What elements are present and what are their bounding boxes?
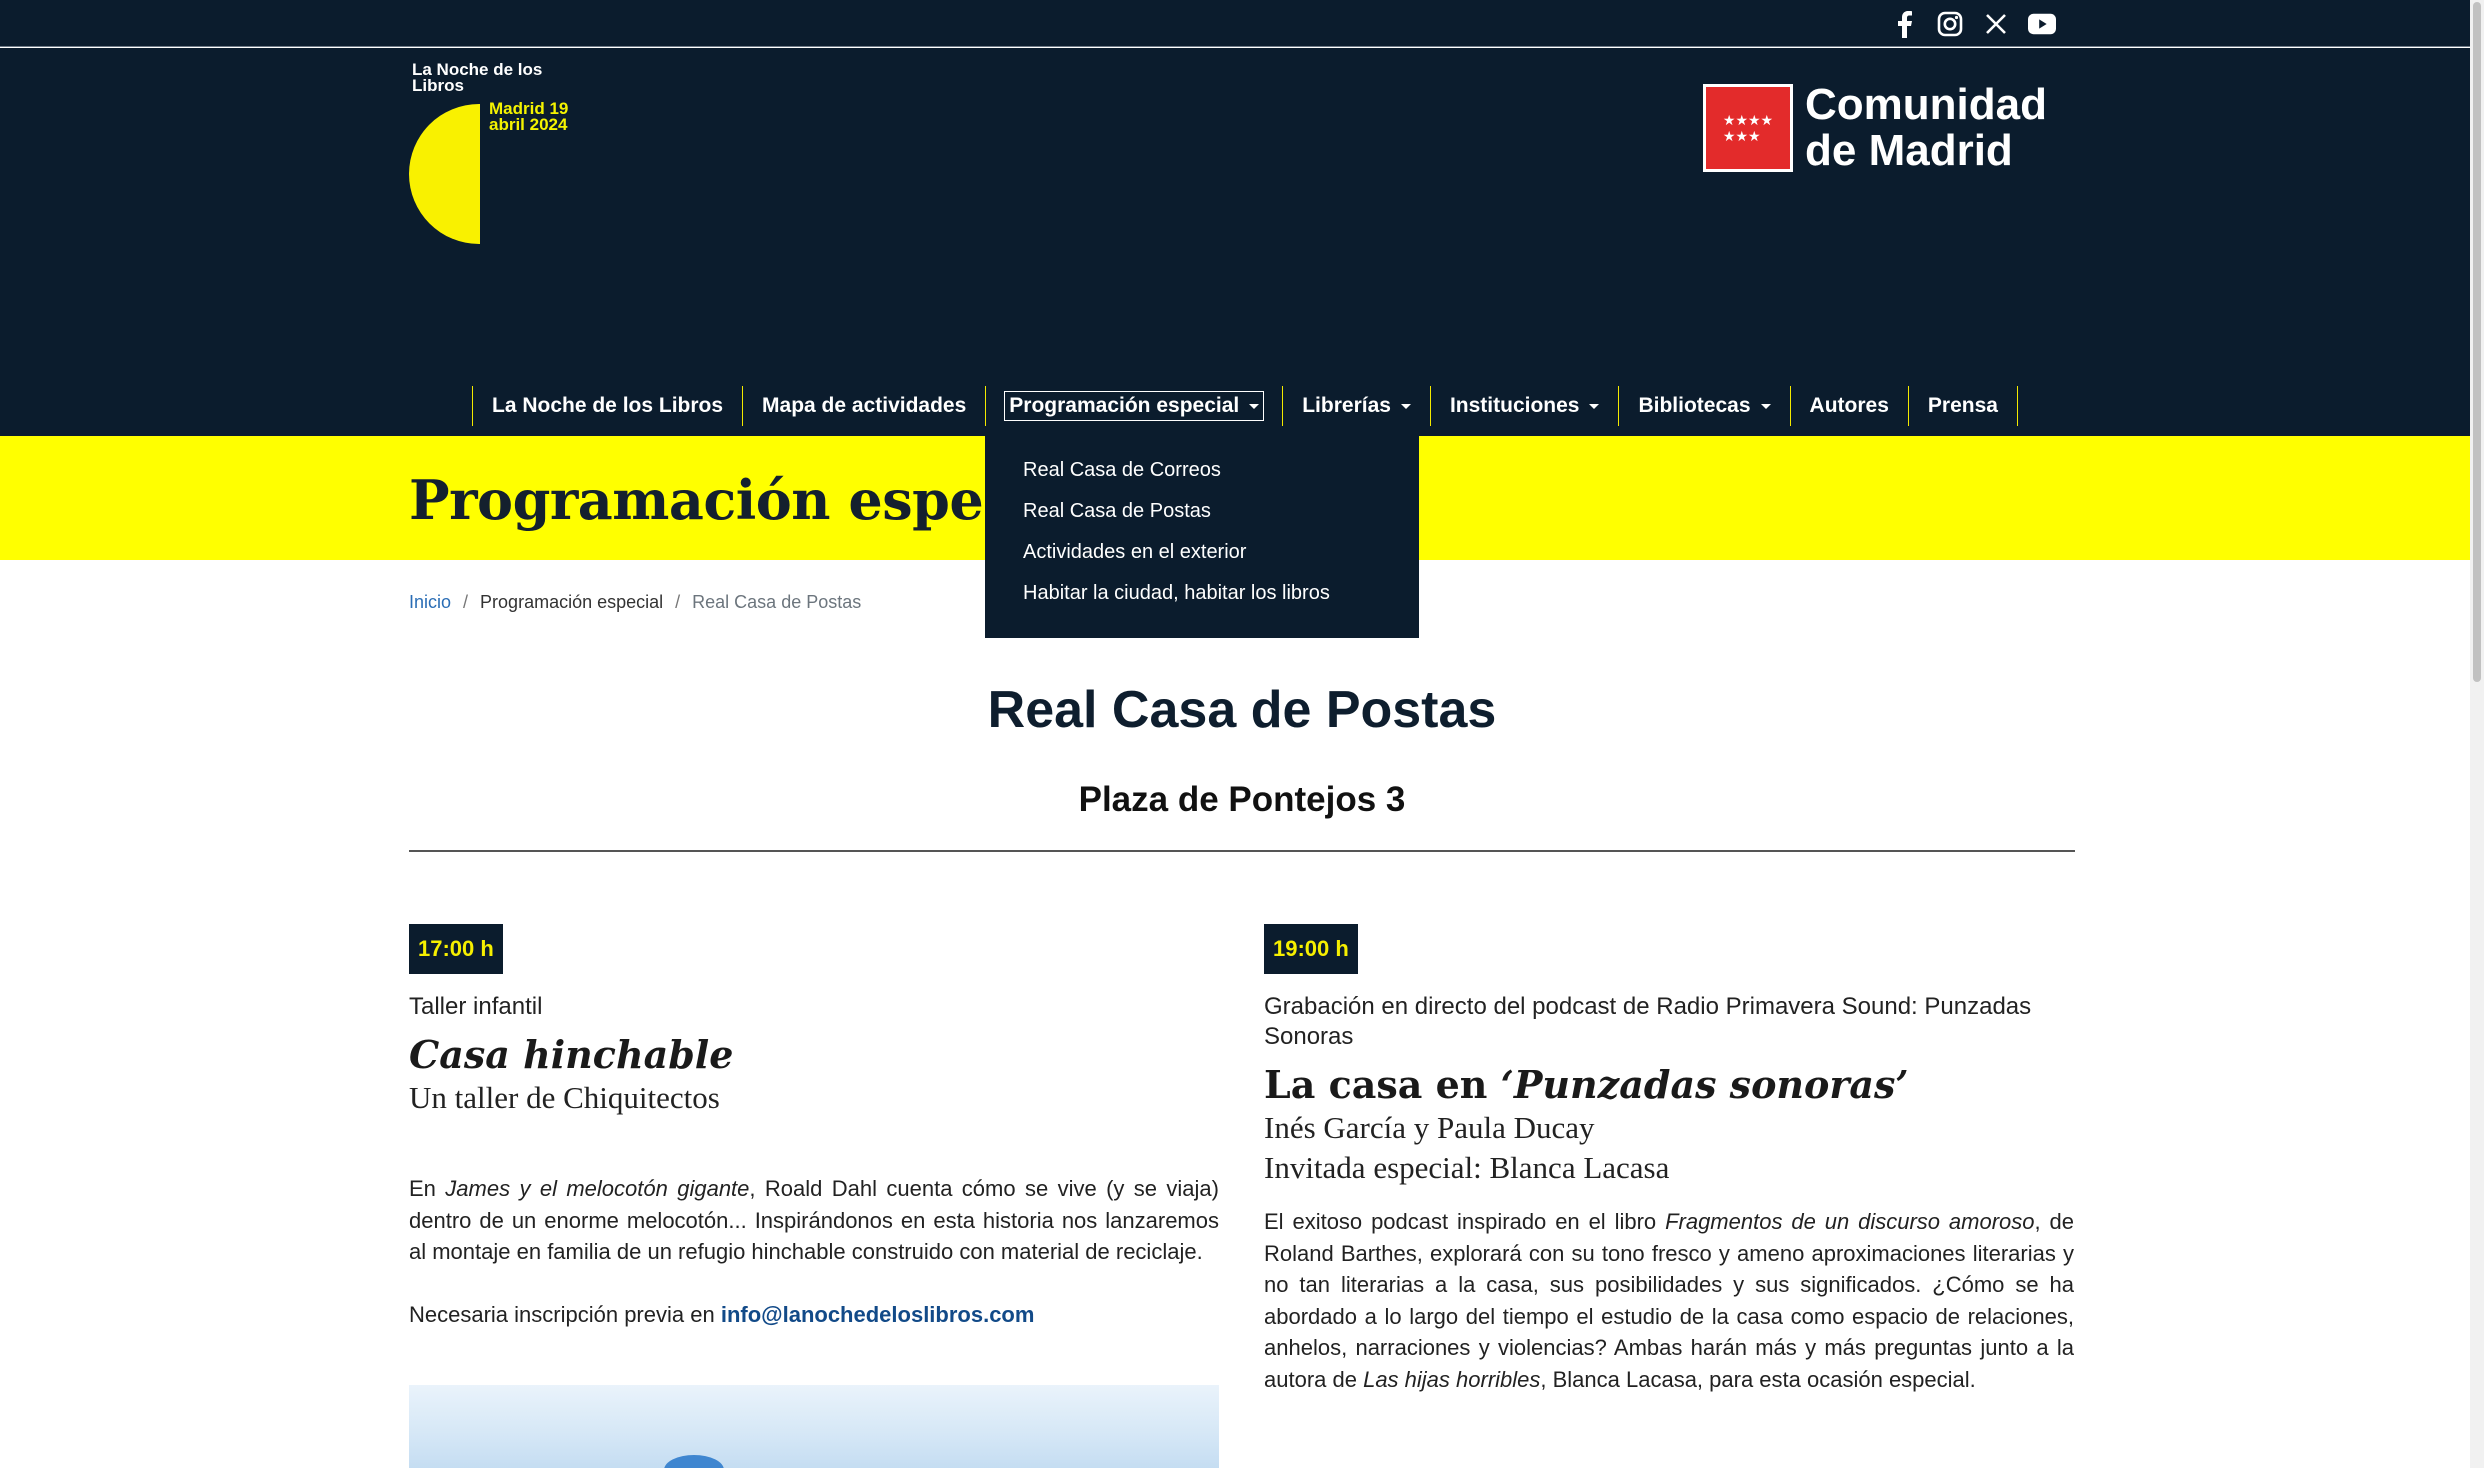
breadcrumb-current: Real Casa de Postas xyxy=(692,592,862,612)
site-logo[interactable]: La Noche de los Libros Madrid 19 abril 2… xyxy=(409,60,569,244)
page-title: Real Casa de Postas xyxy=(987,681,1497,739)
dropdown-item-habitar-ciudad[interactable]: Habitar la ciudad, habitar los libros xyxy=(985,573,1419,614)
event-time-badge: 17:00 h xyxy=(409,924,503,974)
event-guest: Invitada especial: Blanca Lacasa xyxy=(1264,1150,1670,1185)
breadcrumb: Inicio / Programación especial / Real Ca… xyxy=(409,592,861,613)
site-header xyxy=(0,48,2484,436)
comunidad-madrid-name: Comunidad de Madrid xyxy=(1805,80,2047,175)
page-address: Plaza de Pontejos 3 xyxy=(1078,780,1406,819)
event-subtitle: Un taller de Chiquitectos xyxy=(409,1080,720,1115)
madrid-flag-icon: ★★★★ ★★★ xyxy=(1703,84,1793,172)
nav-item-la-noche[interactable]: La Noche de los Libros xyxy=(472,386,742,426)
instagram-icon[interactable] xyxy=(1936,10,1964,38)
main-nav: La Noche de los Libros Mapa de actividad… xyxy=(472,386,2018,426)
x-icon[interactable] xyxy=(1982,10,2010,38)
logo-date: Madrid 19 abril 2024 xyxy=(489,99,569,134)
event-image xyxy=(409,1385,1219,1468)
chevron-down-icon xyxy=(1760,403,1771,409)
dropdown-item-real-casa-postas[interactable]: Real Casa de Postas xyxy=(985,491,1419,532)
divider xyxy=(409,850,2075,852)
scrollbar[interactable] xyxy=(2470,0,2484,1468)
chevron-down-icon xyxy=(1589,403,1600,409)
chevron-down-icon xyxy=(1249,403,1260,409)
event-description: El exitoso podcast inspirado en el libro… xyxy=(1264,1209,2074,1392)
logo-title: La Noche de los Libros xyxy=(412,60,543,95)
breadcrumb-separator: / xyxy=(463,592,469,612)
nav-item-librerias[interactable]: Librerías xyxy=(1282,386,1430,426)
breadcrumb-separator: / xyxy=(675,592,681,612)
top-bar xyxy=(0,0,2484,47)
programacion-dropdown: Real Casa de Correos Real Casa de Postas… xyxy=(985,436,1419,638)
dropdown-item-real-casa-correos[interactable]: Real Casa de Correos xyxy=(985,450,1419,491)
event-description: En James y el melocotón gigante, Roald D… xyxy=(409,1176,1219,1264)
facebook-icon[interactable] xyxy=(1890,10,1918,38)
breadcrumb-home[interactable]: Inicio xyxy=(409,592,451,613)
chevron-down-icon xyxy=(1400,403,1411,409)
event-card-left: 17:00 h Taller infantil Casa hinchable U… xyxy=(409,924,1219,1330)
dropdown-item-actividades-exterior[interactable]: Actividades en el exterior xyxy=(985,532,1419,573)
event-title: La casa en ‘Punzadas sonoras’ xyxy=(1264,1062,1909,1107)
youtube-icon[interactable] xyxy=(2028,10,2056,38)
nav-item-programacion[interactable]: Programación especial xyxy=(985,386,1282,426)
event-category: Taller infantil xyxy=(409,993,543,1020)
nav-item-instituciones[interactable]: Instituciones xyxy=(1429,386,1619,426)
event-card-right: 19:00 h Grabación en directo del podcast… xyxy=(1264,924,2074,1395)
event-registration-note: Necesaria inscripción previa en info@lan… xyxy=(409,1301,1035,1327)
nav-item-mapa[interactable]: Mapa de actividades xyxy=(742,386,985,426)
event-title: Casa hinchable xyxy=(409,1032,734,1077)
nav-item-bibliotecas[interactable]: Bibliotecas xyxy=(1618,386,1789,426)
logo-half-circle xyxy=(409,104,480,244)
nav-item-autores[interactable]: Autores xyxy=(1789,386,1908,426)
event-category: Grabación en directo del podcast de Radi… xyxy=(1264,993,2032,1050)
breadcrumb-section[interactable]: Programación especial xyxy=(480,592,663,613)
event-time-badge: 19:00 h xyxy=(1264,924,1358,974)
comunidad-madrid-logo[interactable]: ★★★★ ★★★ Comunidad de Madrid xyxy=(1703,82,2047,174)
event-subtitle: Inés García y Paula Ducay xyxy=(1264,1110,1595,1145)
email-link[interactable]: info@lanochedeloslibros.com xyxy=(721,1302,1035,1327)
nav-item-prensa[interactable]: Prensa xyxy=(1907,386,2018,426)
social-links xyxy=(1890,10,2056,38)
scrollbar-thumb[interactable] xyxy=(2473,2,2481,682)
